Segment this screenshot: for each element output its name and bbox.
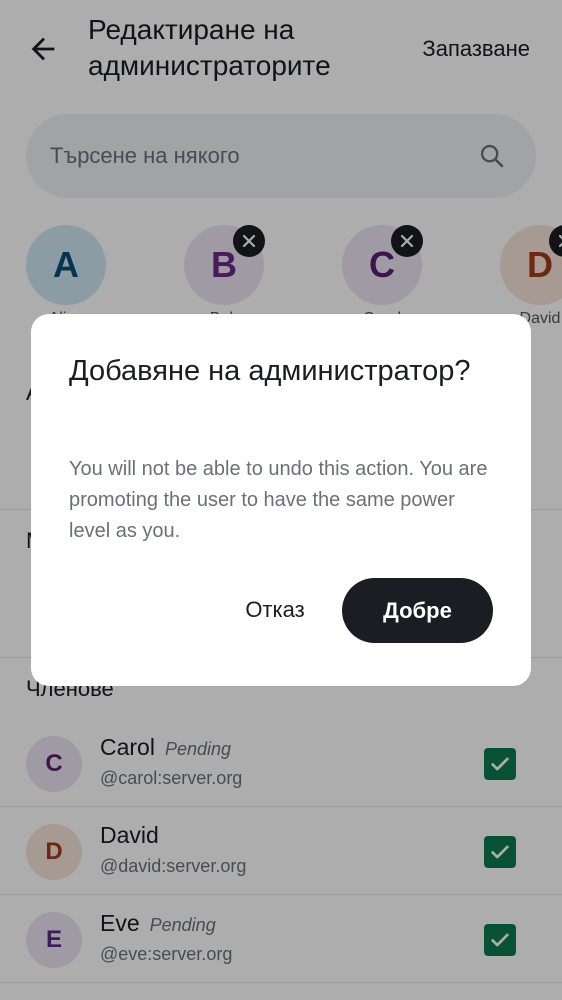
ok-button[interactable]: Добре — [342, 578, 493, 643]
cancel-button[interactable]: Отказ — [231, 578, 319, 642]
edit-admins-screen: Редактиране на администраторите Запазван… — [0, 0, 562, 1000]
dialog-title: Добавяне на администратор? — [69, 355, 471, 387]
dialog-message: You will not be able to undo this action… — [69, 458, 488, 542]
confirm-dialog: Добавяне на администратор? You will not … — [31, 314, 531, 686]
